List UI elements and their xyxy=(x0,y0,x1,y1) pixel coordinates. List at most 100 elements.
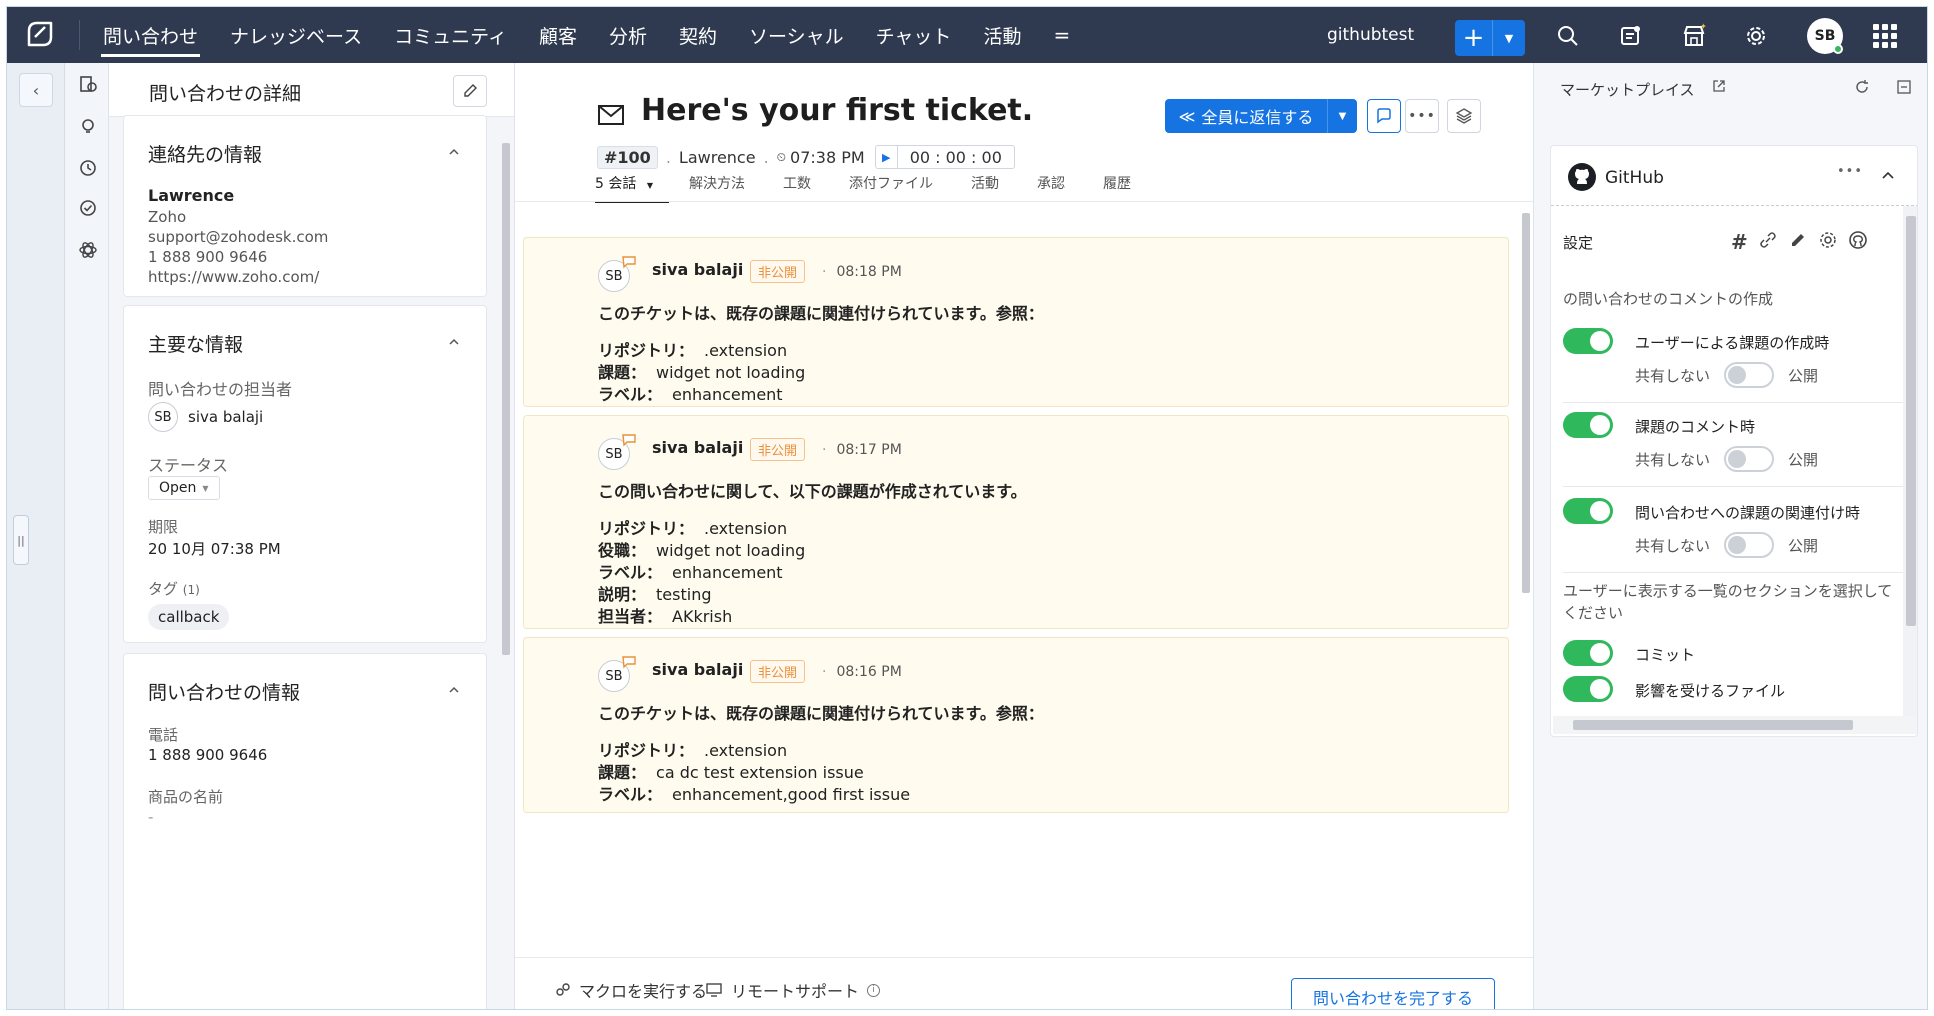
visibility-toggle[interactable] xyxy=(1724,446,1775,472)
phone-value[interactable]: 1 888 900 9646 xyxy=(148,746,267,764)
nav-tab-knowledge-base[interactable]: ナレッジベース xyxy=(214,7,378,63)
toggle-issue-create[interactable] xyxy=(1563,328,1613,354)
tab-attachments[interactable]: 添付ファイル xyxy=(849,173,951,201)
chevron-down-icon[interactable]: ▼ xyxy=(1493,20,1525,56)
conversation-body: リポジトリ： .extension 役職： widget not loading ラ… xyxy=(598,519,806,626)
status-dropdown[interactable]: Open ▼ xyxy=(148,476,220,500)
nav-tab-analytics[interactable]: 分析 xyxy=(593,7,663,63)
gear-icon[interactable] xyxy=(1818,230,1838,250)
conversation-item[interactable]: SB siva balaji 非公開 08:16 PM このチケットは、既存の課… xyxy=(523,637,1509,813)
contact-phone[interactable]: 1 888 900 9646 xyxy=(148,248,267,266)
pencil-icon[interactable] xyxy=(1788,230,1808,250)
tab-resolution[interactable]: 解決方法 xyxy=(689,173,763,201)
settings-gear-icon[interactable] xyxy=(1741,21,1771,51)
nav-tab-contracts[interactable]: 契約 xyxy=(663,7,733,63)
panel-resize-handle[interactable]: || xyxy=(13,515,29,565)
github-app-name: GitHub xyxy=(1605,168,1664,188)
apps-grid-icon[interactable] xyxy=(1873,24,1897,48)
hash-icon[interactable]: # xyxy=(1731,230,1748,254)
tag-chip[interactable]: callback xyxy=(148,604,230,630)
zoho-desk-logo[interactable] xyxy=(21,17,61,53)
user-avatar[interactable]: SB xyxy=(1807,18,1843,54)
nav-tab-chat[interactable]: チャット xyxy=(860,7,968,63)
owner-name[interactable]: siva balaji xyxy=(188,408,263,426)
conversation-item[interactable]: SB siva balaji 非公開 08:17 PM この問い合わせに関して、… xyxy=(523,415,1509,629)
chevron-up-icon[interactable] xyxy=(448,684,460,696)
status-label: ステータス xyxy=(148,456,229,475)
nav-tab-tickets[interactable]: 問い合わせ xyxy=(87,7,214,63)
nav-tab-customers[interactable]: 顧客 xyxy=(523,7,593,63)
portal-name[interactable]: githubtest xyxy=(1327,25,1414,45)
toggle-issue-comment[interactable] xyxy=(1563,412,1613,438)
tab-conversations[interactable]: 5 会話 ▼ xyxy=(595,173,669,203)
toggle-issue-link[interactable] xyxy=(1563,498,1613,524)
layers-icon[interactable] xyxy=(1447,99,1481,133)
reply-all-button[interactable]: ≪ 全員に返信する ▼ xyxy=(1165,99,1357,133)
details-scrollbar[interactable] xyxy=(499,131,513,997)
tab-history[interactable]: 履歴 xyxy=(1103,173,1149,201)
visibility-row: 共有しない 公開 xyxy=(1635,446,1818,472)
remote-support-button[interactable]: リモートサポート i xyxy=(705,978,881,1002)
nav-tab-community[interactable]: コミュニティ xyxy=(378,7,523,63)
tags-label: タグ (1) xyxy=(148,580,200,598)
contact-email[interactable]: support@zohodesk.com xyxy=(148,228,328,246)
product-value[interactable]: - xyxy=(148,808,153,826)
edit-pencil-icon[interactable] xyxy=(453,75,487,107)
toggle-commit[interactable] xyxy=(1563,640,1613,666)
tab-activities[interactable]: 活動 xyxy=(971,173,1017,201)
check-circle-icon[interactable] xyxy=(77,197,99,219)
run-macro-button[interactable]: マクロを実行する xyxy=(555,978,707,1002)
ticket-details-icon[interactable] xyxy=(65,64,109,104)
chevron-up-icon[interactable] xyxy=(448,336,460,348)
link-icon[interactable] xyxy=(1758,230,1778,250)
more-options-icon[interactable]: ••• xyxy=(1405,99,1439,133)
chevron-down-icon[interactable]: ▼ xyxy=(1327,99,1357,133)
info-icon[interactable]: i xyxy=(867,983,881,997)
contact-website[interactable]: https://www.zoho.com/ xyxy=(148,268,319,286)
nav-tab-activities[interactable]: 活動 xyxy=(967,7,1037,63)
extension-vertical-scrollbar[interactable] xyxy=(1903,206,1917,716)
toggle-affected-files[interactable] xyxy=(1563,676,1613,702)
comment-bubble-icon[interactable] xyxy=(1367,99,1401,133)
atom-icon[interactable] xyxy=(77,239,99,261)
contact-company: Zoho xyxy=(148,208,187,226)
conversation-scrollbar[interactable] xyxy=(1519,199,1533,819)
github-icon[interactable] xyxy=(1848,230,1868,250)
refresh-icon[interactable] xyxy=(1854,79,1870,95)
chevron-up-icon[interactable] xyxy=(1881,170,1895,180)
email-channel-icon xyxy=(598,105,624,125)
ticket-subject[interactable]: Here's your first ticket. xyxy=(641,93,1033,128)
due-value[interactable]: 20 10月 07:38 PM xyxy=(148,538,281,559)
minimize-panel-icon[interactable] xyxy=(1896,79,1912,95)
history-icon[interactable] xyxy=(77,157,99,179)
contact-name[interactable]: Lawrence xyxy=(148,186,234,205)
search-icon[interactable] xyxy=(1553,21,1583,51)
more-options-icon[interactable]: ••• xyxy=(1837,164,1863,179)
back-chevron-icon[interactable]: ‹ xyxy=(19,73,53,107)
bulb-icon[interactable] xyxy=(77,115,99,137)
visibility-toggle[interactable] xyxy=(1724,532,1775,558)
tab-time-entry[interactable]: 工数 xyxy=(783,173,829,201)
close-ticket-button[interactable]: 問い合わせを完了する xyxy=(1291,978,1495,1009)
external-link-icon[interactable] xyxy=(1712,79,1726,93)
marketplace-store-icon[interactable]: ✦ xyxy=(1679,21,1709,51)
conversation-author[interactable]: siva balaji xyxy=(652,660,743,679)
extension-horizontal-scrollbar[interactable] xyxy=(1553,716,1917,734)
nav-more-menu-icon[interactable]: = xyxy=(1037,7,1087,63)
conversation-time: 08:18 PM xyxy=(822,264,901,280)
visibility-row: 共有しない 公開 xyxy=(1635,532,1818,558)
tab-approvals[interactable]: 承認 xyxy=(1037,173,1083,201)
create-new-button[interactable]: + ▼ xyxy=(1455,20,1525,56)
ticket-tabs: 5 会話 ▼ 解決方法 工数 添付ファイル 活動 承認 履歴 xyxy=(595,155,1169,203)
nav-tab-social[interactable]: ソーシャル xyxy=(733,7,860,63)
notes-icon[interactable] xyxy=(1615,21,1645,51)
product-label: 商品の名前 xyxy=(148,788,224,806)
conversation-author[interactable]: siva balaji xyxy=(652,260,743,279)
visibility-toggle[interactable] xyxy=(1724,362,1775,388)
conversation-heading: この問い合わせに関して、以下の課題が作成されています。 xyxy=(598,482,1027,501)
plus-icon[interactable]: + xyxy=(1455,20,1493,56)
chevron-up-icon[interactable] xyxy=(448,146,460,158)
conversation-item[interactable]: SB siva balaji 非公開 08:18 PM このチケットは、既存の課… xyxy=(523,237,1509,407)
private-badge: 非公開 xyxy=(750,260,806,283)
conversation-author[interactable]: siva balaji xyxy=(652,438,743,457)
